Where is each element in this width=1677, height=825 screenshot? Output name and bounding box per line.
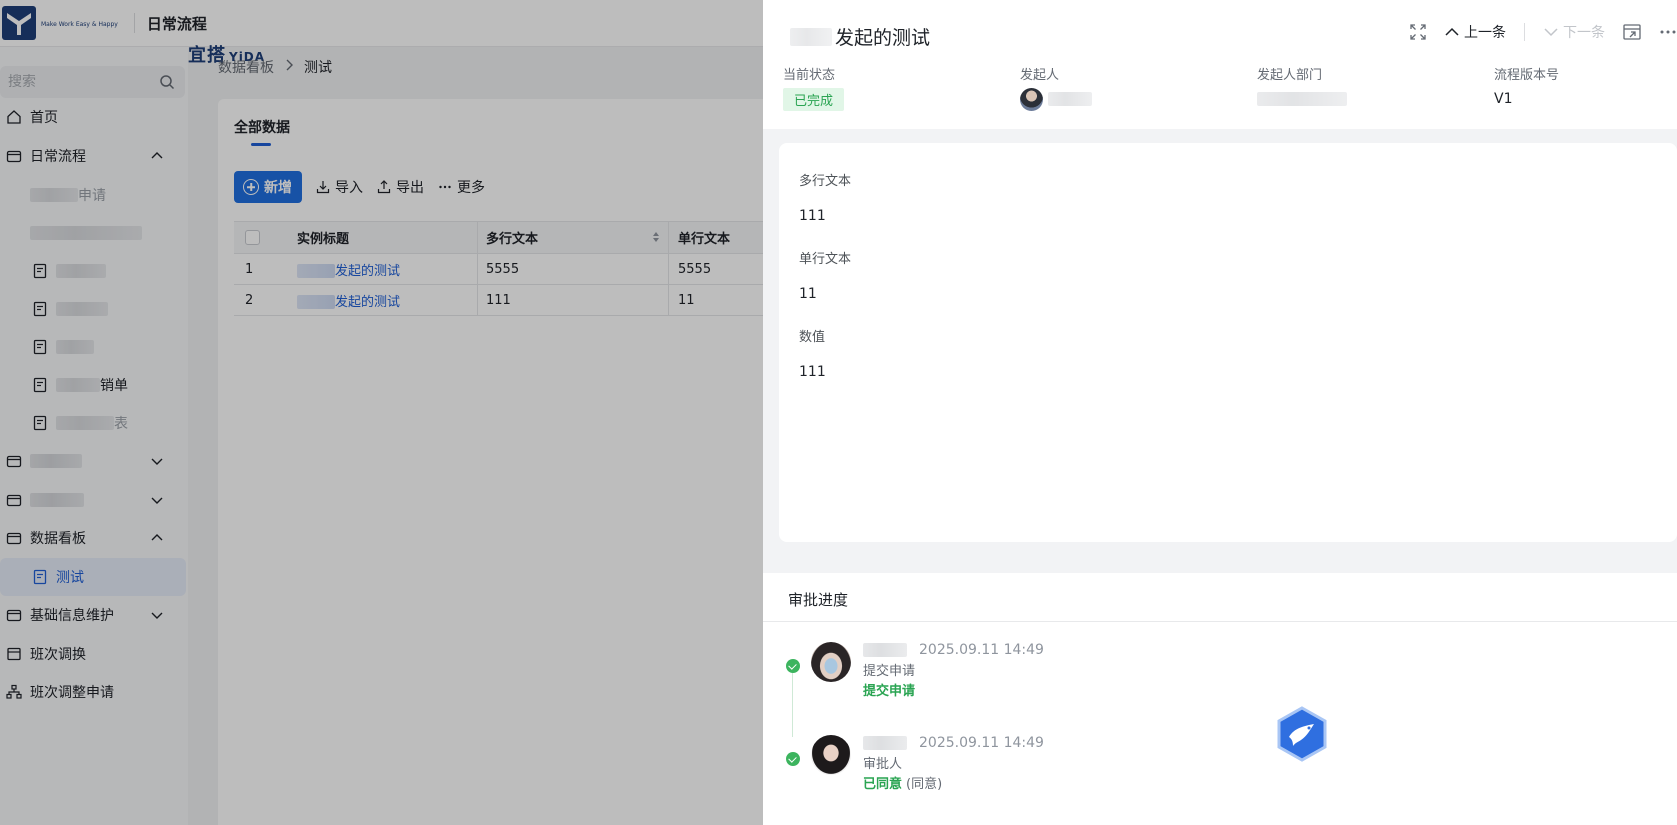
field-label: 数值 <box>799 330 826 345</box>
blurred-text <box>863 736 907 750</box>
dept-meta: 发起人部门 <box>1257 64 1347 111</box>
check-circle-icon <box>786 659 800 673</box>
blurred-text <box>790 27 832 46</box>
step-note: (同意) <box>906 777 943 792</box>
prev-record-button[interactable]: 上一条 <box>1444 22 1506 42</box>
step-result: 提交申请 <box>863 684 916 699</box>
drawer-title-text: 发起的测试 <box>835 27 931 49</box>
field-value: 111 <box>799 208 826 224</box>
drawer-title: 发起的测试 <box>790 23 930 50</box>
drawer-header: 发起的测试 上一条 下一条 当前状态 已完成 发起人 发起人部门 流程版本号 V… <box>763 0 1677 129</box>
status-badge: 已完成 <box>783 87 845 111</box>
fullscreen-icon <box>1410 24 1426 40</box>
drawer-actions: 上一条 下一条 <box>1392 22 1677 42</box>
step-time: 2025.09.11 14:49 <box>919 642 1044 658</box>
open-window-button[interactable] <box>1623 24 1641 40</box>
detail-drawer: 发起的测试 上一条 下一条 当前状态 已完成 发起人 发起人部门 流程版本号 V… <box>763 0 1677 825</box>
assistant-bird-icon[interactable] <box>1276 706 1328 762</box>
initiator-label: 发起人 <box>1020 68 1060 83</box>
blurred-text <box>1257 92 1347 106</box>
avatar[interactable] <box>811 642 851 682</box>
version-label: 流程版本号 <box>1494 68 1560 83</box>
chevron-up-icon <box>1445 27 1459 36</box>
check-circle-icon <box>786 752 800 766</box>
blurred-text <box>863 643 907 657</box>
step-result: 已同意 <box>863 777 903 792</box>
version-value: V1 <box>1494 91 1513 107</box>
next-record-button[interactable]: 下一条 <box>1543 22 1605 42</box>
field-singleline: 单行文本 11 <box>799 248 851 302</box>
step-time: 2025.09.11 14:49 <box>919 735 1044 751</box>
fullscreen-button[interactable] <box>1410 24 1426 40</box>
dept-label: 发起人部门 <box>1257 68 1323 83</box>
approval-progress: 审批进度 2025.09.11 14:49 提交申请 提交申请 2025.09.… <box>763 573 1677 825</box>
avatar[interactable] <box>1020 87 1043 111</box>
field-multiline: 多行文本 111 <box>799 170 851 224</box>
prev-record-label: 上一条 <box>1464 25 1506 41</box>
blurred-text <box>1048 92 1092 106</box>
step-role: 提交申请 <box>863 664 916 679</box>
ellipsis-icon <box>1660 30 1676 34</box>
version-meta: 流程版本号 V1 <box>1494 64 1559 111</box>
timeline-line <box>792 673 793 737</box>
field-value: 11 <box>799 286 817 302</box>
status-label: 当前状态 <box>783 68 836 83</box>
field-value: 111 <box>799 364 826 380</box>
more-actions-button[interactable] <box>1659 24 1677 40</box>
avatar[interactable] <box>811 735 851 775</box>
chevron-down-icon <box>1544 28 1558 37</box>
form-detail-card: 多行文本 111 单行文本 11 数值 111 <box>779 143 1677 542</box>
action-separator <box>1524 23 1525 41</box>
field-label: 多行文本 <box>799 174 852 189</box>
field-number: 数值 111 <box>799 326 826 380</box>
window-icon <box>1623 24 1641 40</box>
next-record-label: 下一条 <box>1563 25 1605 41</box>
initiator-meta: 发起人 <box>1020 64 1092 111</box>
divider <box>763 621 1677 622</box>
status-meta: 当前状态 已完成 <box>783 64 845 111</box>
field-label: 单行文本 <box>799 252 852 267</box>
approval-progress-title: 审批进度 <box>788 591 849 609</box>
step-role: 审批人 <box>863 757 903 772</box>
